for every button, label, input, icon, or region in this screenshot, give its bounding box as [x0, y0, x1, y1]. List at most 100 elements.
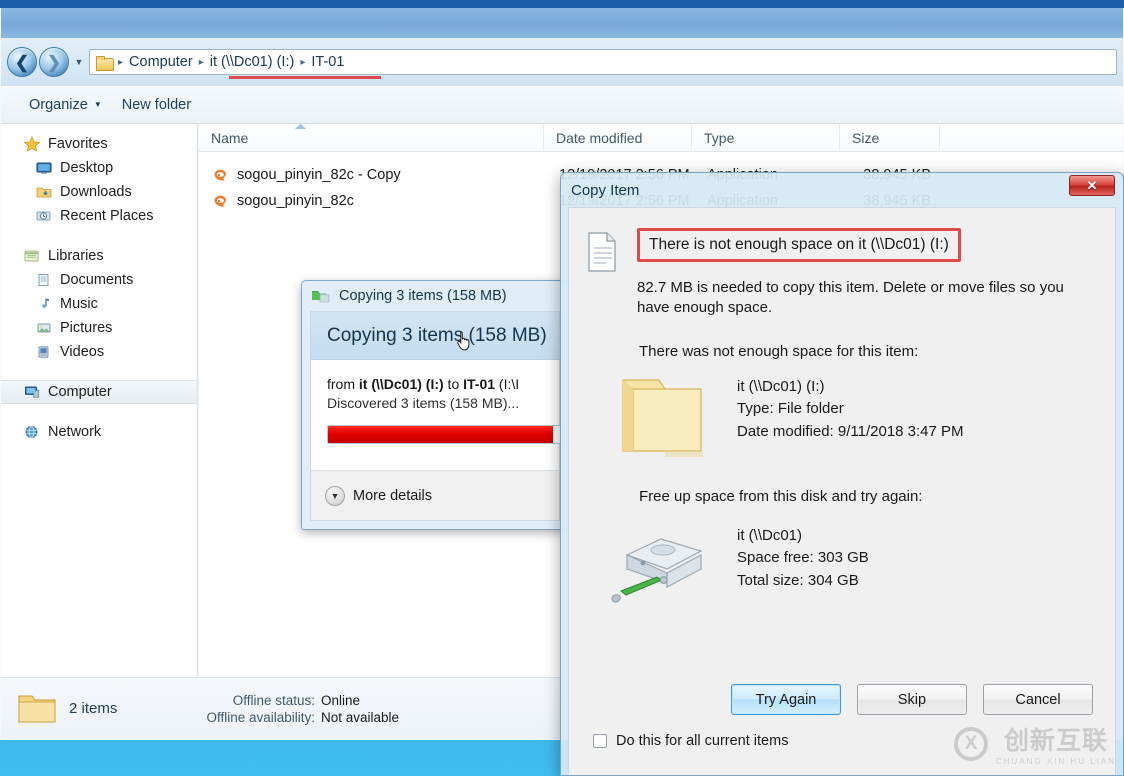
sidebar-item-pictures[interactable]: Pictures [1, 316, 197, 340]
offline-availability-row: Offline availability: Not available [181, 710, 399, 725]
forward-button[interactable]: ❯ [39, 47, 69, 77]
sidebar-label: Documents [60, 272, 134, 288]
sidebar-divider [1, 364, 197, 380]
disk-total-size: Total size: 304 GB [737, 571, 859, 589]
offline-availability-label: Offline availability: [206, 709, 315, 725]
music-library-icon [35, 296, 53, 312]
desktop-icon [35, 160, 53, 176]
disk-block: it (\\Dc01) Space free: 303 GB Total siz… [569, 505, 1115, 609]
sidebar-label: Downloads [60, 184, 132, 200]
breadcrumb-item-computer[interactable]: Computer [125, 52, 197, 72]
cancel-button[interactable]: Cancel [983, 684, 1093, 715]
folder-icon [96, 55, 114, 71]
sidebar-item-downloads[interactable]: Downloads [1, 180, 197, 204]
to-word: to [443, 376, 464, 392]
column-header-row: Name Date modified Type Size [199, 124, 1123, 152]
videos-library-icon [35, 344, 53, 360]
explorer-toolbar: Organize ▼ New folder [1, 86, 1123, 124]
offline-status-row: Offline status: Online [181, 693, 399, 708]
copy-item-dialog[interactable]: Copy Item ✕ There is not enough space on… [560, 172, 1124, 776]
sidebar-item-recent-places[interactable]: Recent Places [1, 204, 197, 228]
new-folder-button[interactable]: New folder [112, 93, 201, 117]
sidebar-label: Pictures [60, 320, 113, 336]
copy-item-title: Copy Item [571, 181, 640, 199]
file-name: sogou_pinyin_82c - Copy [237, 167, 401, 183]
status-details: Offline status: Online Offline availabil… [181, 693, 399, 725]
column-header-date-modified[interactable]: Date modified [544, 124, 692, 152]
address-bar-container: ❮ ❯ ▼ ▸ Computer ▸ it (\\Dc01) (I:) ▸ IT… [1, 38, 1123, 86]
item-section-label: There was not enough space for this item… [639, 342, 919, 360]
more-details-label[interactable]: More details [353, 488, 432, 504]
sort-ascending-icon [295, 124, 306, 129]
sogou-app-icon [212, 167, 229, 184]
copy-animation-icon [310, 288, 332, 304]
sidebar-item-network[interactable]: Network [1, 420, 197, 444]
sidebar-item-desktop[interactable]: Desktop [1, 156, 197, 180]
sidebar-label: Desktop [60, 160, 114, 176]
sidebar-item-music[interactable]: Music [1, 292, 197, 316]
sogou-app-icon [212, 193, 229, 210]
copy-progress-dialog[interactable]: Copying 3 items (158 MB) Copying 3 items… [301, 280, 569, 530]
discovered-line: Discovered 3 items (158 MB)... [327, 395, 520, 411]
progress-details: from it (\\Dc01) (I:) to IT-01 (I:\I Dis… [311, 360, 563, 444]
sidebar-item-documents[interactable]: Documents [1, 268, 197, 292]
folder-icon [15, 691, 59, 727]
progress-dialog-titlebar: Copying 3 items (158 MB) [302, 281, 568, 311]
destination-path: (I:\I [495, 376, 520, 392]
back-button[interactable]: ❮ [7, 47, 37, 77]
close-icon[interactable]: ✕ [1069, 175, 1115, 196]
source-item-date: Date modified: 9/11/2018 3:47 PM [737, 422, 964, 440]
offline-status-value: Online [321, 692, 361, 708]
progress-bar [327, 425, 563, 444]
address-bar[interactable]: ▸ Computer ▸ it (\\Dc01) (I:) ▸ IT-01 [89, 49, 1117, 75]
offline-status-label: Offline status: [232, 692, 315, 708]
do-this-for-all-row[interactable]: Do this for all current items [593, 733, 788, 749]
new-folder-label: New folder [121, 96, 192, 113]
column-header-type[interactable]: Type [692, 124, 840, 152]
organize-button[interactable]: Organize ▼ [19, 93, 112, 117]
column-header-name[interactable]: Name [199, 124, 544, 152]
error-block: There is not enough space on it (\\Dc01)… [569, 208, 1115, 319]
star-icon [23, 135, 41, 152]
copy-item-body: There is not enough space on it (\\Dc01)… [568, 207, 1116, 775]
source-item-type: Type: File folder [737, 400, 844, 417]
sidebar-label: Videos [60, 344, 105, 360]
disk-section-label: Free up space from this disk and try aga… [639, 487, 923, 505]
column-header-size[interactable]: Size [840, 124, 940, 152]
skip-button[interactable]: Skip [857, 684, 967, 715]
sidebar-item-computer[interactable]: Computer [1, 380, 197, 404]
document-icon [583, 230, 623, 278]
pictures-library-icon [35, 320, 53, 336]
computer-icon [23, 384, 41, 400]
navigation-pane[interactable]: Favorites Desktop Downloads Recent Place… [1, 124, 198, 677]
disk-meta: it (\\Dc01) Space free: 303 GB Total siz… [737, 519, 869, 593]
do-this-for-all-label: Do this for all current items [616, 733, 789, 749]
network-icon [23, 424, 41, 440]
breadcrumb-item-folder[interactable]: IT-01 [307, 52, 348, 72]
breadcrumb-item-drive[interactable]: it (\\Dc01) (I:) [206, 52, 299, 72]
chevron-down-icon[interactable]: ▼ [325, 485, 345, 506]
sidebar-item-favorites[interactable]: Favorites [1, 132, 197, 156]
history-dropdown-icon[interactable]: ▼ [72, 57, 86, 67]
sidebar-item-libraries[interactable]: Libraries [1, 244, 197, 268]
sidebar-divider [1, 228, 197, 244]
disk-space-free: Space free: 303 GB [737, 549, 869, 566]
do-this-for-all-checkbox[interactable] [593, 734, 607, 748]
progress-dialog-body: Copying 3 items (158 MB) from it (\\Dc01… [310, 311, 563, 521]
progress-from-to-line: from it (\\Dc01) (I:) to IT-01 (I:\I [327, 376, 543, 392]
folder-icon [609, 370, 717, 470]
try-again-button[interactable]: Try Again [731, 684, 841, 715]
organize-label: Organize [29, 96, 88, 113]
recent-places-icon [35, 208, 53, 224]
copy-source: it (\\Dc01) (I:) [358, 376, 444, 392]
breadcrumb-separator: ▸ [300, 56, 306, 68]
sidebar-label: Libraries [48, 248, 104, 264]
file-name: sogou_pinyin_82c [237, 193, 354, 209]
progress-dialog-title: Copying 3 items (158 MB) [339, 288, 507, 304]
offline-availability-value: Not available [321, 709, 400, 725]
sidebar-item-videos[interactable]: Videos [1, 340, 197, 364]
progress-heading: Copying 3 items (158 MB) [311, 312, 559, 360]
sidebar-label: Music [60, 296, 98, 312]
libraries-icon [23, 248, 41, 264]
progress-dialog-footer: ▼ More details [311, 470, 559, 520]
